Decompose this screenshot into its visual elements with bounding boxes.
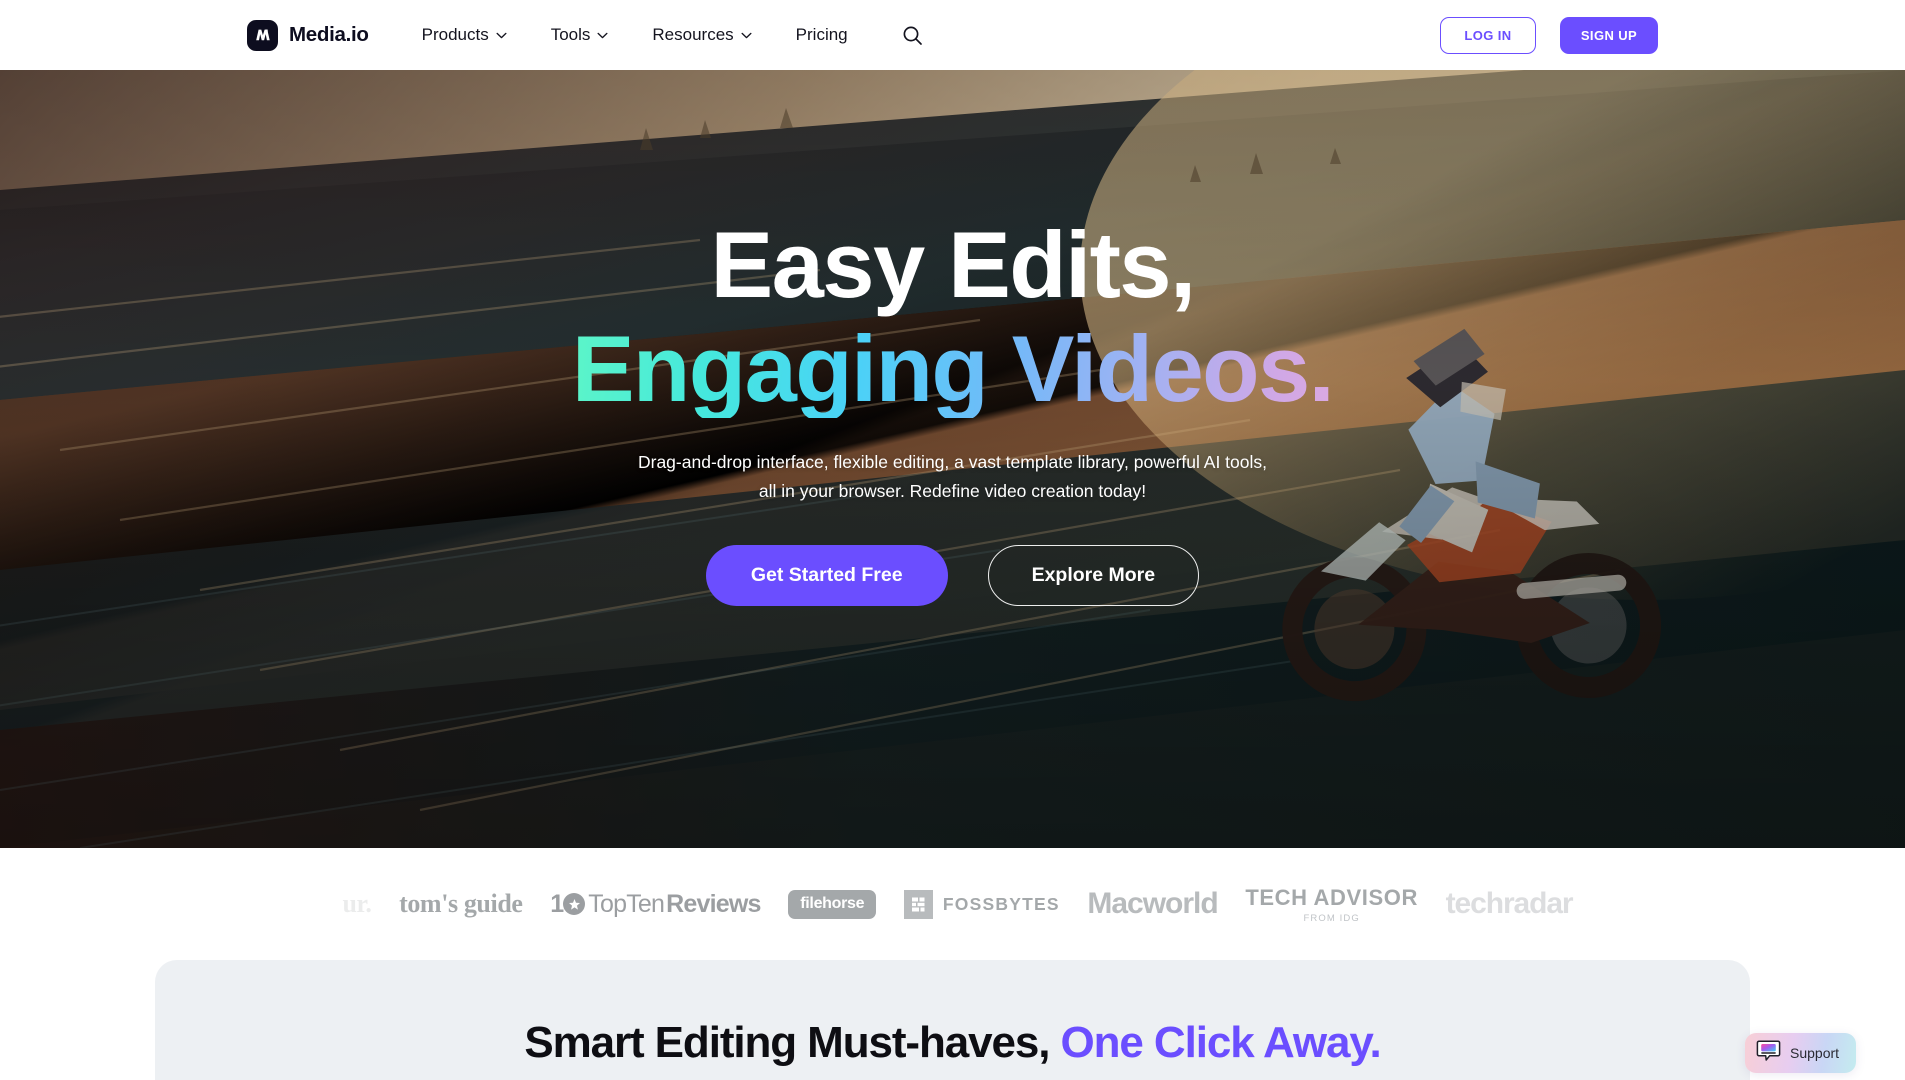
signup-button[interactable]: SIGN UP — [1560, 16, 1658, 54]
page-root: Media.io Products Tools Resources Pricin… — [0, 0, 1905, 1080]
nav-item-label: Tools — [550, 25, 591, 44]
press-logo-label: FOSSBYTES — [942, 893, 1060, 914]
login-button[interactable]: LOG IN — [1440, 16, 1536, 54]
hero-cta-group: Get Started Free Explore More — [705, 544, 1200, 606]
press-logo-label: 1 — [550, 889, 564, 918]
press-logo-label: Macworld — [1087, 887, 1218, 920]
press-logo-label: Reviews — [666, 889, 761, 918]
chevron-down-icon — [597, 32, 608, 38]
explore-more-button[interactable]: Explore More — [987, 544, 1200, 606]
search-icon[interactable] — [898, 20, 928, 50]
nav-item-label: Resources — [652, 25, 734, 44]
main-nav: Products Tools Resources Pricing — [422, 20, 928, 50]
hero-headline-line2: Engaging Videos. — [571, 315, 1335, 421]
press-logo-sublabel: FROM IDG — [1303, 912, 1360, 924]
auth-actions: LOG IN SIGN UP — [1440, 16, 1658, 54]
features-title-plain: Smart Editing Must-haves, — [524, 1018, 1061, 1067]
hero-section: Easy Edits, Engaging Videos. Drag-and-dr… — [0, 70, 1905, 848]
press-logo-techradar: techradar — [1445, 887, 1574, 921]
brand-logo[interactable]: Media.io — [247, 19, 369, 51]
hero-content: Easy Edits, Engaging Videos. Drag-and-dr… — [0, 70, 1905, 848]
nav-item-resources[interactable]: Resources — [630, 25, 773, 45]
site-header: Media.io Products Tools Resources Pricin… — [0, 0, 1905, 70]
press-logo-tech-advisor: TECH ADVISOR FROM IDG — [1245, 885, 1418, 924]
press-logo-label: tom's guide — [399, 889, 523, 918]
press-logo-filehorse: filehorse — [788, 889, 877, 919]
nav-item-tools[interactable]: Tools — [529, 25, 631, 45]
press-logo-macworld: Macworld — [1087, 887, 1218, 921]
press-logo-label: ur. — [342, 889, 372, 918]
press-logo-label: TopTen — [588, 889, 665, 918]
nav-item-pricing[interactable]: Pricing — [774, 25, 870, 45]
hero-subtitle: Drag-and-drop interface, flexible editin… — [637, 452, 1268, 501]
chevron-down-icon — [741, 32, 752, 38]
press-logo-label: techradar — [1445, 887, 1574, 920]
support-label: Support — [1790, 1045, 1840, 1061]
press-logo-label: filehorse — [788, 889, 877, 919]
chevron-down-icon — [496, 32, 507, 38]
fossbytes-square-icon — [903, 889, 933, 919]
hero-headline-line1: Easy Edits, — [710, 212, 1197, 317]
get-started-free-button[interactable]: Get Started Free — [705, 544, 948, 606]
brand-name: Media.io — [289, 23, 369, 46]
features-section-title: Smart Editing Must-haves, One Click Away… — [0, 1018, 1905, 1068]
press-logo-toptenreviews: 1 TopTen Reviews — [550, 889, 761, 919]
star-icon — [563, 893, 586, 915]
press-logo-label: TECH ADVISOR — [1245, 884, 1418, 910]
nav-item-label: Products — [421, 25, 489, 44]
media-io-monogram-icon — [247, 19, 278, 51]
press-logo-fossbytes: FOSSBYTES — [903, 889, 1060, 919]
chat-bubble-icon — [1756, 1039, 1781, 1067]
features-title-accent: One Click Away. — [1060, 1018, 1382, 1067]
nav-item-products[interactable]: Products — [422, 25, 529, 45]
press-logo-partial-left: ur. — [343, 889, 372, 919]
press-logo-strip: ur. tom's guide 1 TopTen Reviews filehors… — [0, 848, 1905, 960]
nav-item-label: Pricing — [795, 25, 848, 44]
press-logo-toms-guide: tom's guide — [399, 889, 523, 919]
support-button[interactable]: Support — [1745, 1033, 1857, 1073]
